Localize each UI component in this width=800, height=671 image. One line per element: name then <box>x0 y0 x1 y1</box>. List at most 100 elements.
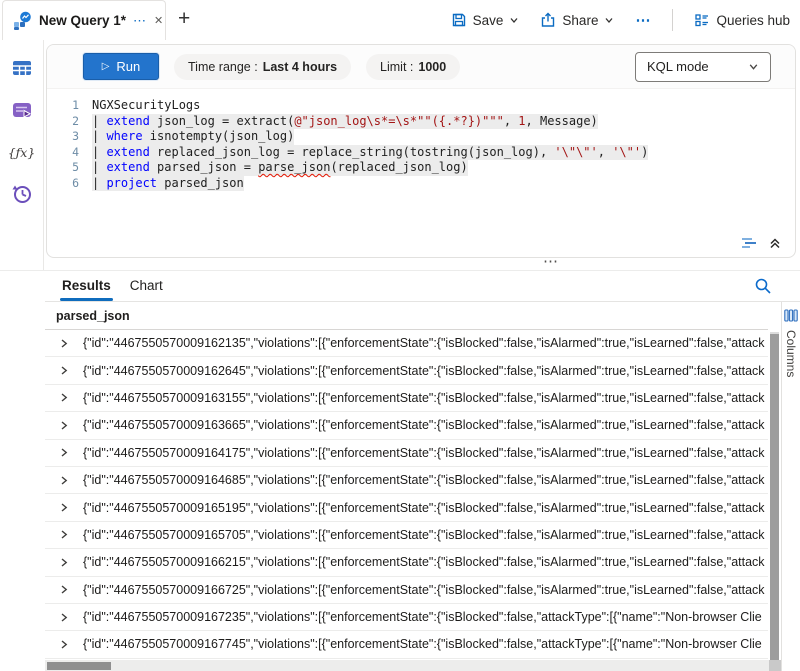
kql-mode-select[interactable]: KQL mode <box>635 52 771 82</box>
functions-icon[interactable]: {ƒx} <box>10 140 34 164</box>
row-json-cell: {"id":"4467550570009162645","violations"… <box>83 364 765 378</box>
format-query-icon[interactable] <box>740 235 758 251</box>
queries-hub-button[interactable]: Queries hub <box>694 12 790 28</box>
table-row[interactable]: {"id":"4467550570009166215","violations"… <box>45 549 768 576</box>
column-header-parsed-json[interactable]: parsed_json <box>45 302 768 330</box>
results-grid: {"id":"4467550570009162135","violations"… <box>45 330 768 660</box>
time-range-label: Time range : <box>188 60 258 74</box>
row-expand-chevron-icon[interactable] <box>59 584 69 595</box>
columns-rail-label: Columns <box>784 330 798 377</box>
run-button[interactable]: ▷ Run <box>83 53 159 80</box>
limit-label: Limit : <box>380 60 413 74</box>
kql-mode-value: KQL mode <box>647 59 709 74</box>
share-chevron-down-icon <box>604 15 614 25</box>
vertical-scrollbar[interactable] <box>770 332 779 671</box>
run-label: Run <box>116 59 140 74</box>
code-editor[interactable]: 1NGXSecurityLogs2| extend json_log = ext… <box>47 89 795 191</box>
tab-close-icon[interactable]: ✕ <box>154 14 163 27</box>
line-number: 2 <box>47 114 79 130</box>
row-json-cell: {"id":"4467550570009167235","violations"… <box>83 610 762 624</box>
more-actions-button[interactable]: ⋯ <box>635 11 651 29</box>
row-json-cell: {"id":"4467550570009167745","violations"… <box>83 637 762 651</box>
search-results-icon[interactable] <box>754 277 772 295</box>
code-line[interactable]: 4| extend replaced_json_log = replace_st… <box>47 145 795 161</box>
row-json-cell: {"id":"4467550570009164175","violations"… <box>83 446 765 460</box>
table-row[interactable]: {"id":"4467550570009162135","violations"… <box>45 330 768 357</box>
save-button[interactable]: Save <box>451 12 520 28</box>
splitter-handle-icon[interactable]: ⋯ <box>543 252 559 270</box>
scrollbar-corner <box>769 660 781 671</box>
table-row[interactable]: {"id":"4467550570009167745","violations"… <box>45 631 768 658</box>
time-range-pill[interactable]: Time range : Last 4 hours <box>174 54 351 80</box>
table-row[interactable]: {"id":"4467550570009166725","violations"… <box>45 577 768 604</box>
row-expand-chevron-icon[interactable] <box>59 639 69 650</box>
table-row[interactable]: {"id":"4467550570009164685","violations"… <box>45 467 768 494</box>
row-json-cell: {"id":"4467550570009166725","violations"… <box>83 583 765 597</box>
saved-scripts-icon[interactable] <box>10 98 34 122</box>
row-expand-chevron-icon[interactable] <box>59 338 69 349</box>
code-line[interactable]: 2| extend json_log = extract(@"json_log\… <box>47 114 795 130</box>
table-row[interactable]: {"id":"4467550570009167235","violations"… <box>45 604 768 631</box>
table-row[interactable]: {"id":"4467550570009163665","violations"… <box>45 412 768 439</box>
line-number: 3 <box>47 129 79 145</box>
query-toolbar: ▷ Run Time range : Last 4 hours Limit : … <box>47 45 795 89</box>
table-row[interactable]: {"id":"4467550570009163155","violations"… <box>45 385 768 412</box>
horizontal-scrollbar[interactable] <box>45 660 781 671</box>
code-line[interactable]: 3| where isnotempty(json_log) <box>47 129 795 145</box>
code-line[interactable]: 5| extend parsed_json = parse_json(repla… <box>47 160 795 176</box>
mode-chevron-down-icon <box>748 61 759 72</box>
line-number: 4 <box>47 145 79 161</box>
row-expand-chevron-icon[interactable] <box>59 392 69 403</box>
row-expand-chevron-icon[interactable] <box>59 529 69 540</box>
query-tab-title: New Query 1* <box>39 13 126 28</box>
panel-splitter[interactable]: ⋯ <box>0 256 800 270</box>
table-row[interactable]: {"id":"4467550570009164175","violations"… <box>45 440 768 467</box>
line-number: 5 <box>47 160 79 176</box>
share-icon <box>540 12 556 28</box>
save-chevron-down-icon <box>509 15 519 25</box>
row-expand-chevron-icon[interactable] <box>59 447 69 458</box>
horizontal-scrollbar-thumb[interactable] <box>47 662 111 670</box>
columns-side-rail[interactable]: Columns <box>781 302 800 671</box>
code-line[interactable]: 6| project parsed_json <box>47 176 795 192</box>
row-json-cell: {"id":"4467550570009163665","violations"… <box>83 418 765 432</box>
collapse-editor-icon[interactable] <box>768 236 782 250</box>
columns-icon <box>784 309 798 322</box>
query-tab[interactable]: New Query 1* ⋯ ✕ <box>2 0 166 40</box>
row-expand-chevron-icon[interactable] <box>59 612 69 623</box>
connections-table-icon[interactable] <box>10 56 34 80</box>
row-json-cell: {"id":"4467550570009165195","violations"… <box>83 501 765 515</box>
run-play-icon: ▷ <box>102 61 110 72</box>
time-range-value: Last 4 hours <box>263 60 337 74</box>
tab-chart[interactable]: Chart <box>128 278 165 301</box>
code-line[interactable]: 1NGXSecurityLogs <box>47 98 795 114</box>
app-window: New Query 1* ⋯ ✕ + Save <box>0 0 800 671</box>
table-row[interactable]: {"id":"4467550570009162645","violations"… <box>45 357 768 384</box>
vertical-scrollbar-thumb[interactable] <box>770 334 779 671</box>
table-row[interactable]: {"id":"4467550570009165705","violations"… <box>45 522 768 549</box>
table-row[interactable]: {"id":"4467550570009165195","violations"… <box>45 494 768 521</box>
tab-more-icon[interactable]: ⋯ <box>133 13 147 29</box>
row-expand-chevron-icon[interactable] <box>59 420 69 431</box>
line-number: 6 <box>47 176 79 192</box>
row-json-cell: {"id":"4467550570009165705","violations"… <box>83 528 765 542</box>
top-bar: New Query 1* ⋯ ✕ + Save <box>0 0 800 40</box>
limit-pill[interactable]: Limit : 1000 <box>366 54 460 80</box>
share-button[interactable]: Share <box>540 12 614 28</box>
line-number: 1 <box>47 98 79 114</box>
tab-results[interactable]: Results <box>60 278 113 301</box>
share-label: Share <box>562 13 598 28</box>
row-expand-chevron-icon[interactable] <box>59 475 69 486</box>
row-expand-chevron-icon[interactable] <box>59 365 69 376</box>
query-editor-panel: ▷ Run Time range : Last 4 hours Limit : … <box>46 44 796 258</box>
row-expand-chevron-icon[interactable] <box>59 557 69 568</box>
queries-hub-icon <box>694 12 710 28</box>
query-history-icon[interactable] <box>10 182 34 206</box>
limit-value: 1000 <box>418 60 446 74</box>
results-tabs: Results Chart <box>45 271 800 302</box>
row-expand-chevron-icon[interactable] <box>59 502 69 513</box>
queries-hub-label: Queries hub <box>716 13 790 28</box>
new-tab-button[interactable]: + <box>178 7 190 31</box>
row-json-cell: {"id":"4467550570009163155","violations"… <box>83 391 765 405</box>
row-json-cell: {"id":"4467550570009164685","violations"… <box>83 473 765 487</box>
